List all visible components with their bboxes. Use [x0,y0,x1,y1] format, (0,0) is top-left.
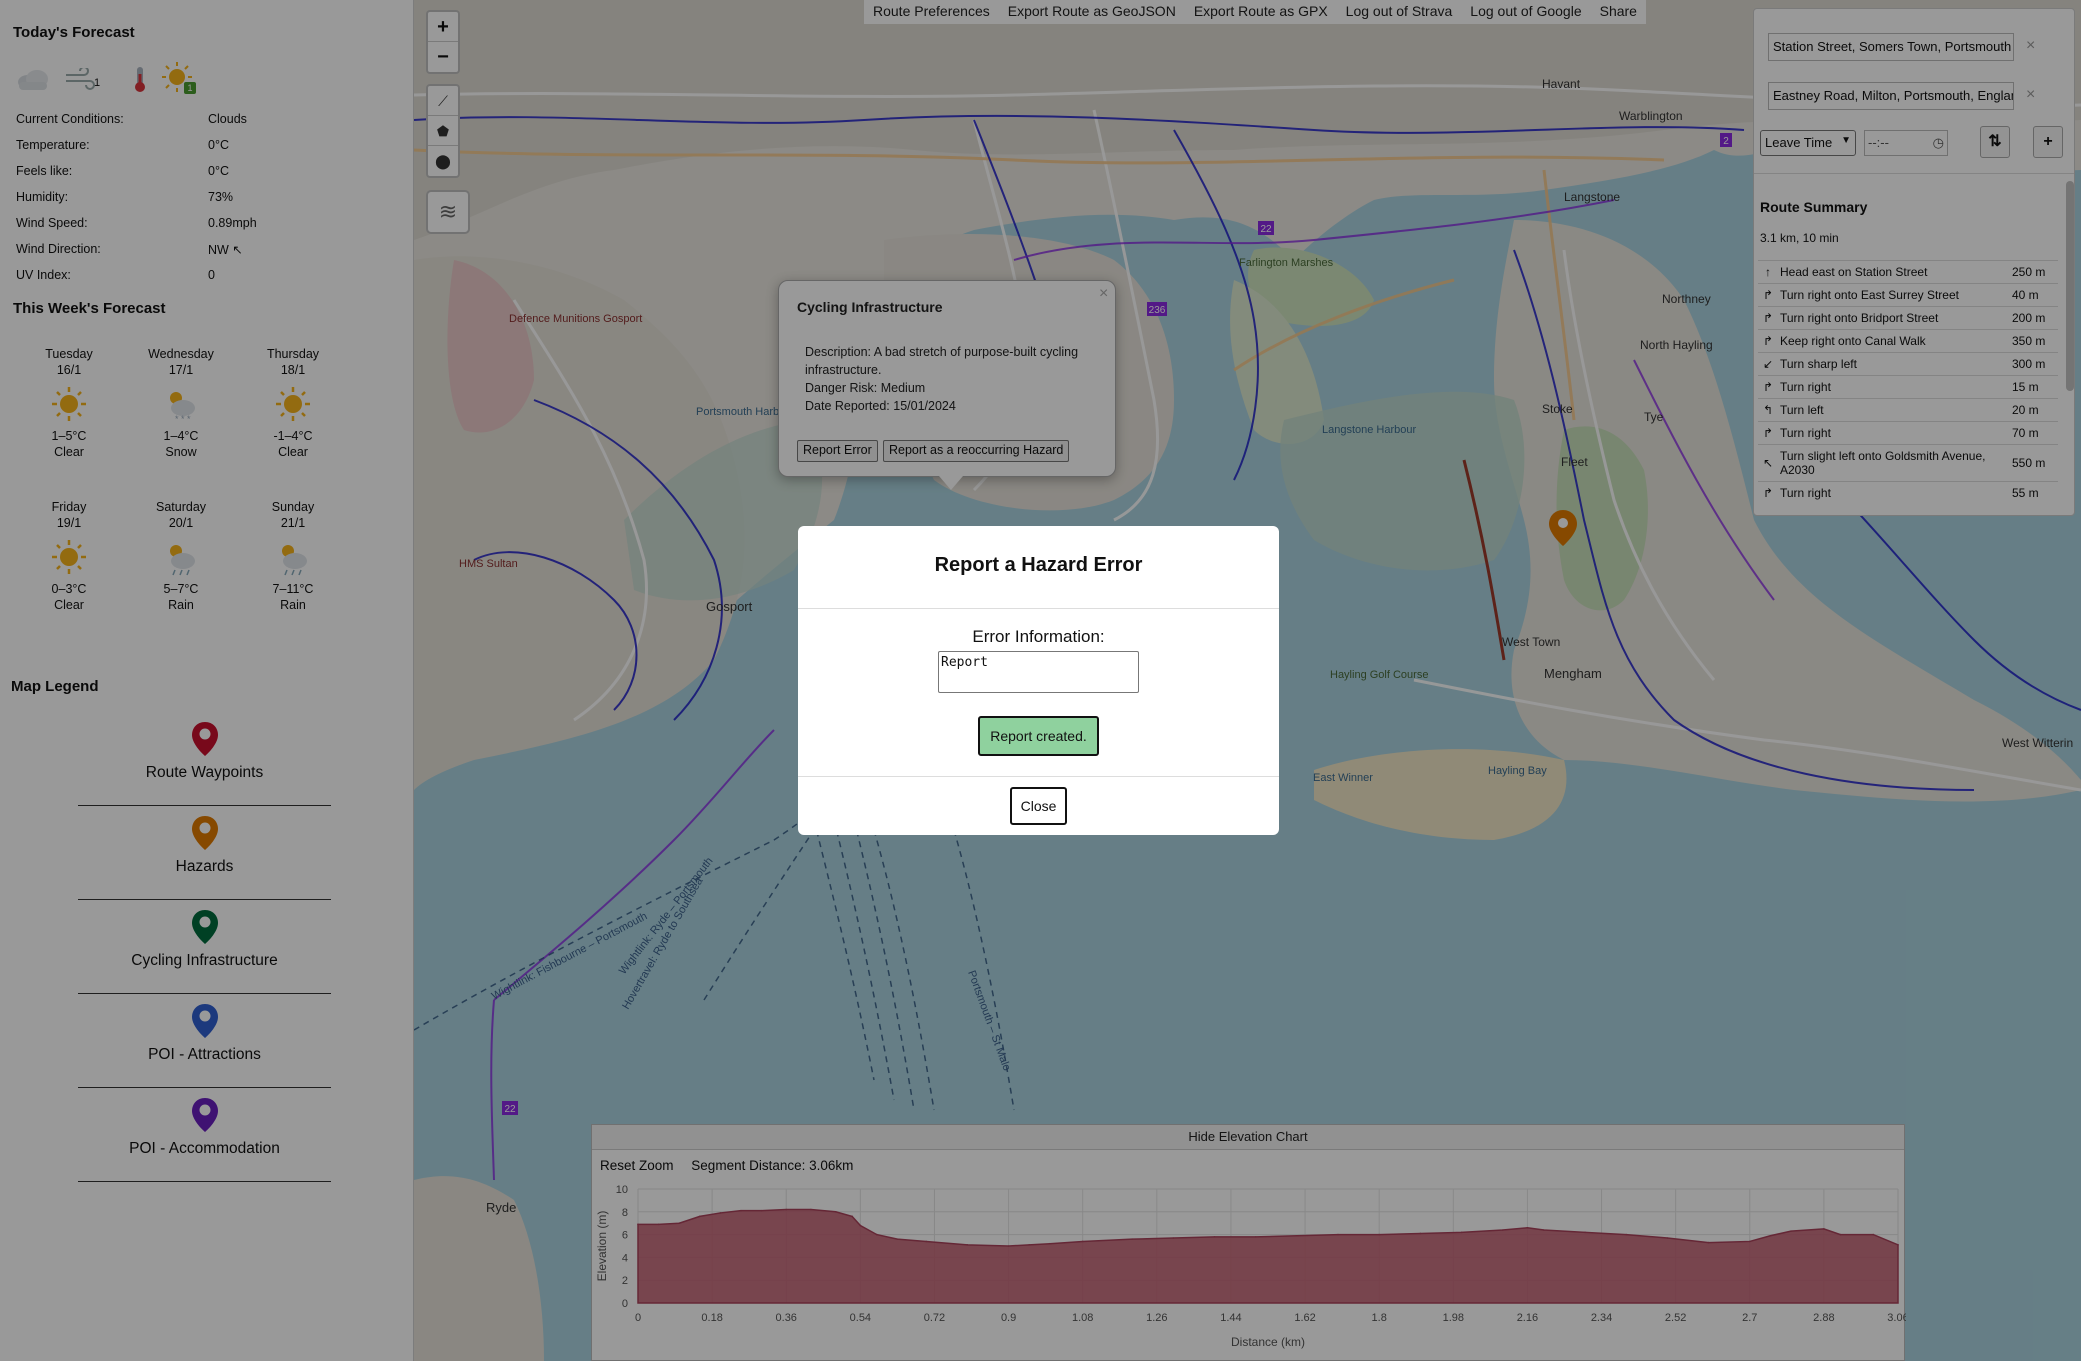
error-info-textarea[interactable]: Report [938,651,1139,693]
modal-divider-bottom [798,776,1279,777]
error-info-label: Error Information: [972,627,1105,646]
modal-divider-top [798,608,1279,609]
modal-title: Report a Hazard Error [934,554,1143,576]
modal-close-button[interactable]: Close [1010,787,1067,825]
modal-overlay: Report a Hazard Error Error Information:… [0,0,2081,1361]
report-created-message: Report created. [978,716,1099,756]
report-error-modal: Report a Hazard Error Error Information:… [798,526,1279,835]
